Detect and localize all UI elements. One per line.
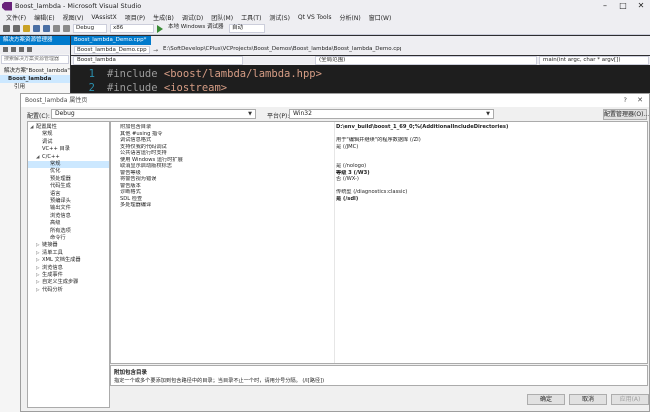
menu-project[interactable]: 项目(P) — [121, 13, 149, 22]
line-number: 1 — [88, 68, 95, 80]
save-icon[interactable] — [33, 25, 40, 32]
navigation-bar: Boost_lambda (全局范围) main(int argc, char … — [71, 56, 650, 65]
close-icon[interactable]: ✕ — [637, 94, 643, 107]
code-line: 1 #include <boost/lambda/lambda.hpp> — [71, 67, 650, 81]
tree-node[interactable]: ▷ 自定义生成步骤 — [36, 279, 78, 286]
chevron-down-icon: ▼ — [486, 111, 490, 117]
forward-icon[interactable] — [13, 25, 20, 32]
dialog-title: Boost_lambda 属性页 — [21, 94, 649, 107]
apply-button[interactable]: 应用(A) — [611, 394, 649, 405]
menu-test[interactable]: 测试(S) — [265, 13, 294, 22]
tree-node[interactable]: 高级 — [50, 220, 60, 227]
file-selector[interactable]: Boost_lambda_Demo.cpp — [74, 46, 150, 54]
auto-dropdown[interactable]: 自动 — [229, 24, 265, 33]
back-icon[interactable] — [3, 25, 10, 32]
code-header: <boost/lambda/lambda.hpp> — [163, 68, 322, 80]
menu-edit[interactable]: 编辑(E) — [30, 13, 58, 22]
tree-node[interactable]: 语言 — [50, 191, 60, 198]
configuration-value: Debug — [55, 110, 75, 117]
menu-bar: 文件(F) 编辑(E) 视图(V) VAssistX 项目(P) 生成(B) 调… — [0, 12, 650, 23]
redo-icon[interactable] — [63, 25, 70, 32]
menu-qt-vs-tools[interactable]: Qt VS Tools — [294, 14, 336, 21]
undo-icon[interactable] — [53, 25, 60, 32]
file-path: E:\SoftDevelop\CPlus\VCProjects\Boost_De… — [163, 46, 402, 52]
configuration-combo[interactable]: Debug ▼ — [51, 109, 256, 119]
tree-node[interactable]: ▷ 浏览信息 — [36, 265, 63, 272]
tree-node[interactable]: 所有选项 — [50, 228, 71, 235]
description-title: 附加包含目录 — [114, 370, 148, 376]
arrow-icon: → — [153, 46, 159, 54]
solution-search-input[interactable]: 搜索解决方案资源管理器 — [1, 55, 69, 64]
tree-node[interactable]: 代码生成 — [50, 183, 71, 190]
code-editor[interactable]: 1 #include <boost/lambda/lambda.hpp> 2 #in… — [71, 65, 650, 95]
scope-nav-dropdown[interactable]: (全局范围) — [315, 56, 537, 65]
platform-dropdown[interactable]: x86 — [110, 24, 154, 33]
window-title: Boost_lambda - Microsoft Visual Studio — [15, 2, 142, 10]
help-icon[interactable]: ? — [624, 94, 627, 107]
tree-node[interactable]: 优化 — [50, 168, 60, 175]
menu-analyze[interactable]: 分析(N) — [336, 13, 365, 22]
menu-debug[interactable]: 调试(D) — [178, 13, 207, 22]
standard-toolbar: Debug x86 本地 Windows 调试器 自动 — [0, 23, 650, 35]
menu-window[interactable]: 窗口(W) — [365, 13, 396, 22]
configuration-label: 配置(C): — [27, 113, 50, 120]
property-description: 附加包含目录 指定一个或多个要添加到包含路径中的目录；当目录不止一个时，请用分号… — [110, 365, 648, 386]
close-window-button[interactable]: ✕ — [632, 0, 650, 12]
tree-node[interactable]: ▷ XML 文档生成器 — [36, 257, 81, 264]
code-keyword: #include — [107, 68, 158, 80]
configuration-manager-button[interactable]: 配置管理器(O)... — [603, 109, 649, 120]
visual-studio-logo-icon — [2, 1, 12, 11]
platform-combo[interactable]: Win32 ▼ — [289, 109, 494, 119]
tree-node[interactable]: ▷ 链接器 — [36, 242, 58, 249]
tree-node[interactable]: 输出文件 — [50, 205, 71, 212]
platform-label: 平台(P): — [267, 113, 290, 120]
solution-explorer-header: 解决方案资源管理器 — [0, 36, 70, 45]
tree-node[interactable]: VC++ 目录 — [42, 146, 70, 153]
sync-icon[interactable] — [11, 47, 16, 52]
function-nav-dropdown[interactable]: main(int argc, char * argv[]) — [539, 56, 649, 65]
chevron-down-icon: ▼ — [248, 111, 252, 117]
solution-explorer-toolbar — [0, 45, 70, 54]
tree-node[interactable]: ▷ 代码分析 — [36, 287, 63, 294]
tab-boost-lambda-demo[interactable]: Boost_lambda_Demo.cpp* — [71, 36, 151, 45]
property-pages-dialog: Boost_lambda 属性页 ? ✕ 配置(C): Debug ▼ 平台(P… — [20, 93, 650, 412]
menu-vassistx[interactable]: VAssistX — [87, 14, 120, 21]
menu-file[interactable]: 文件(F) — [2, 13, 30, 22]
description-text: 指定一个或多个要添加到包含路径中的目录；当目录不止一个时，请用分号分隔。 (/I… — [114, 378, 325, 384]
debugger-button[interactable]: 本地 Windows 调试器 — [166, 24, 226, 33]
references-node[interactable]: 引用 — [0, 83, 70, 91]
cancel-button[interactable]: 取消 — [569, 394, 607, 405]
solution-node[interactable]: 解决方案"Boost_lambda" — [0, 67, 70, 75]
ok-button[interactable]: 确定 — [527, 394, 565, 405]
save-all-icon[interactable] — [43, 25, 50, 32]
project-node[interactable]: Boost_lambda — [0, 75, 70, 83]
menu-build[interactable]: 生成(B) — [149, 13, 178, 22]
tree-node[interactable]: ◢ C/C++ — [36, 154, 60, 161]
home-icon[interactable] — [3, 47, 8, 52]
platform-value: Win32 — [293, 110, 312, 117]
title-bar: Boost_lambda - Microsoft Visual Studio –… — [0, 0, 650, 12]
refresh-icon[interactable] — [19, 47, 24, 52]
property-tree: ◢ 配置属性 常规 调试 VC++ 目录 ◢ C/C++ 常规 优化 预处理器 代码… — [27, 121, 110, 408]
minimize-button[interactable]: – — [596, 0, 614, 12]
tree-node-selected[interactable]: 常规 — [28, 161, 109, 169]
property-row[interactable]: 多处理器编译 — [111, 202, 647, 209]
editor-tab-strip: Boost_lambda_Demo.cpp* — [71, 36, 650, 45]
file-path-bar: Boost_lambda_Demo.cpp → E:\SoftDevelop\C… — [71, 45, 650, 55]
maximize-button[interactable]: □ — [614, 0, 632, 12]
menu-view[interactable]: 视图(V) — [59, 13, 88, 22]
window-controls: – □ ✕ — [596, 0, 650, 12]
menu-tools[interactable]: 工具(T) — [237, 13, 265, 22]
property-grid: 附加包含目录 D:\env_build\boost_1_69_0;%(Additi… — [110, 121, 648, 364]
open-file-icon[interactable] — [23, 25, 30, 32]
menu-team[interactable]: 团队(M) — [207, 13, 237, 22]
start-debugging-icon[interactable] — [157, 24, 163, 33]
configuration-dropdown[interactable]: Debug — [73, 24, 107, 33]
collapse-all-icon[interactable] — [27, 47, 32, 52]
tree-node[interactable]: 常规 — [42, 131, 52, 138]
project-nav-dropdown[interactable]: Boost_lambda — [73, 56, 243, 65]
